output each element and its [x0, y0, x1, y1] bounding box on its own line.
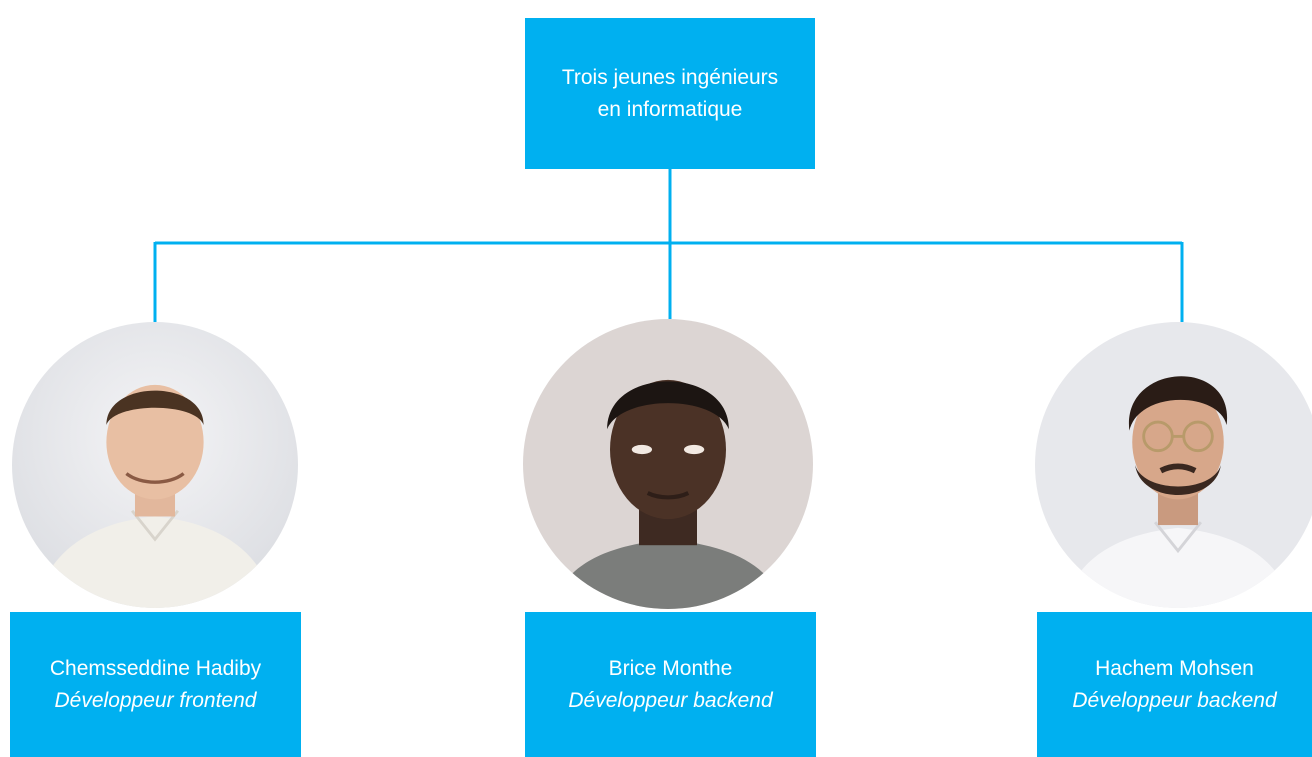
root-title-line-2: en informatique [597, 97, 743, 121]
root-title-line-1: Trois jeunes ingénieurs [561, 65, 779, 89]
member-name: Chemsseddine Hadiby [49, 656, 262, 680]
member-role: Développeur backend [1072, 688, 1277, 712]
member-card-chemsseddine: Chemsseddine Hadiby Développeur frontend [10, 612, 301, 757]
root-node: Trois jeunes ingénieurs en informatique [525, 18, 815, 169]
member-card-brice: Brice Monthe Développeur backend [525, 612, 816, 757]
org-chart: Trois jeunes ingénieurs en informatique [0, 0, 1312, 757]
member-photo-brice [523, 319, 813, 609]
member-role: Développeur backend [568, 688, 773, 712]
member-name: Brice Monthe [608, 656, 733, 680]
member-name: Hachem Mohsen [1095, 656, 1254, 680]
member-card-hachem: Hachem Mohsen Développeur backend [1037, 612, 1312, 757]
member-role: Développeur frontend [54, 688, 257, 712]
member-photo-hachem [1035, 322, 1312, 608]
member-photo-chemsseddine [12, 322, 298, 608]
